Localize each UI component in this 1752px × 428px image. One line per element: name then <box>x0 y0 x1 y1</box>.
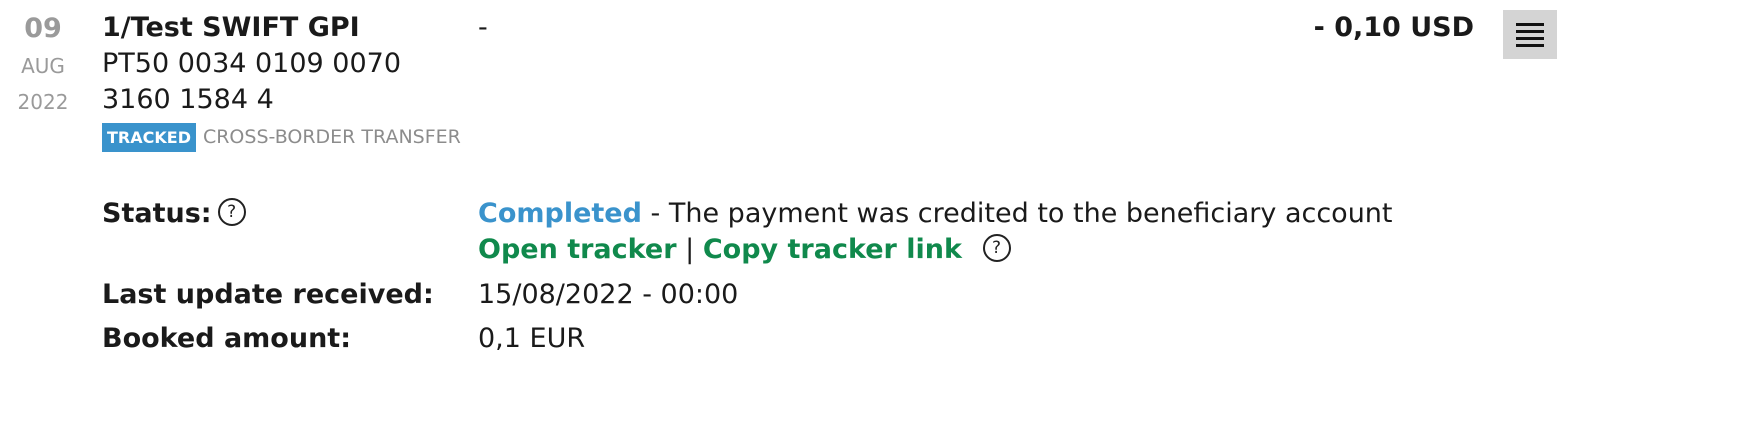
booked-amount-value: 0,1 EUR <box>478 323 586 354</box>
transaction-iban: PT50 0034 0109 0070 3160 1584 4 <box>102 48 402 115</box>
date-day: 09 <box>24 13 62 44</box>
status-help-icon[interactable]: ? <box>217 197 246 226</box>
tracker-help-icon[interactable]: ? <box>982 233 1011 262</box>
status-separator: - <box>641 198 669 229</box>
status-value: Completed <box>478 198 642 229</box>
transaction-tags: TRACKED CROSS-BORDER TRANSFER <box>102 123 461 152</box>
date-month: AUG <box>21 54 65 78</box>
transaction-category: CROSS-BORDER TRANSFER <box>202 126 461 148</box>
transaction-amount: - 0,10 USD <box>1313 12 1474 43</box>
open-tracker-link[interactable]: Open tracker <box>478 234 677 265</box>
date-year: 2022 <box>17 90 69 114</box>
link-separator: | <box>685 234 695 265</box>
transaction-counterparty: - <box>478 12 488 43</box>
copy-tracker-link[interactable]: Copy tracker link <box>703 234 962 265</box>
status-description: The payment was credited to the benefici… <box>668 198 1393 229</box>
last-update-value: 15/08/2022 - 00:00 <box>478 279 739 310</box>
last-update-label: Last update received: <box>102 279 434 310</box>
transaction-date: 09 AUG 2022 <box>0 10 86 120</box>
status-value-row: Completed - The payment was credited to … <box>478 196 1393 232</box>
transaction-menu-button[interactable] <box>1503 10 1557 59</box>
tracked-badge: TRACKED <box>102 123 196 152</box>
transaction-title: 1/Test SWIFT GPI <box>102 12 360 43</box>
hamburger-menu-icon <box>1516 23 1544 51</box>
status-label: Status: <box>102 198 212 229</box>
booked-amount-label: Booked amount: <box>102 323 351 354</box>
tracker-links: Open tracker | Copy tracker link ? <box>478 232 1011 268</box>
status-label-row: Status:? <box>102 196 246 232</box>
